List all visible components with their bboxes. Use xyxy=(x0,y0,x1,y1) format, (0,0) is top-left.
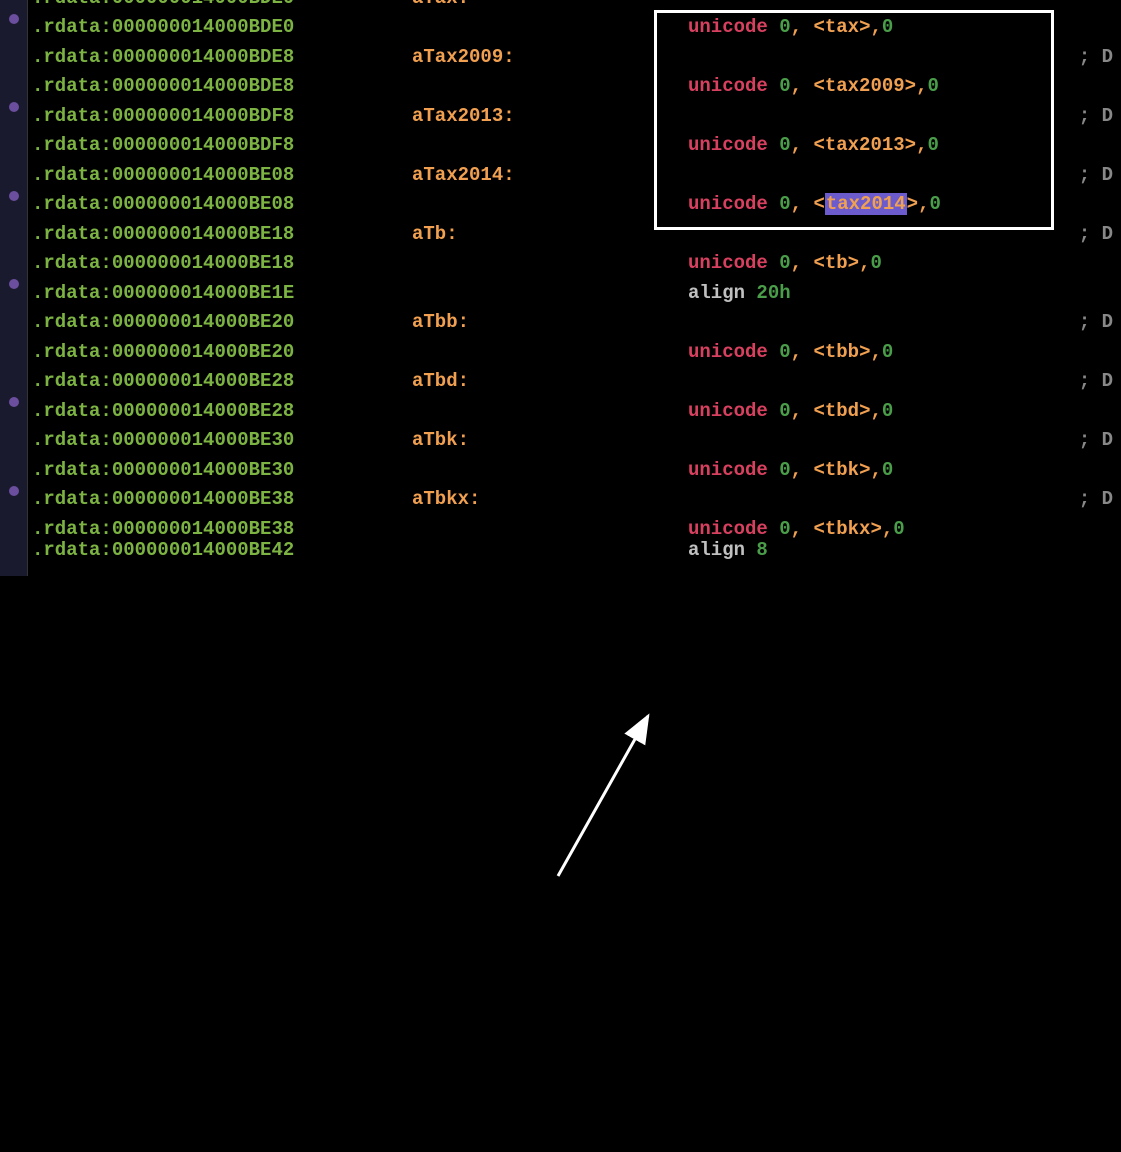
address-segment: .rdata:000000014000BDE0 xyxy=(32,16,412,38)
address-segment: .rdata:000000014000BDE0 xyxy=(32,0,412,9)
address-segment: .rdata:000000014000BE38 xyxy=(32,488,412,510)
instruction: unicode 0, <tbb>,0 xyxy=(688,341,893,363)
code-line[interactable]: .rdata:000000014000BE28aTbd: ; D xyxy=(32,367,1117,397)
address-segment: .rdata:000000014000BE1E xyxy=(32,282,412,304)
code-line[interactable]: .rdata:000000014000BE38aTbkx: ; D xyxy=(32,485,1117,515)
address-segment: .rdata:000000014000BDF8 xyxy=(32,134,412,156)
address-segment: .rdata:000000014000BE08 xyxy=(32,193,412,215)
symbol-label: aTax2013: xyxy=(412,105,515,127)
breakpoint-dot[interactable] xyxy=(9,397,19,407)
instruction: align 8 xyxy=(688,539,768,561)
comment: ; D xyxy=(1079,311,1113,333)
address-segment: .rdata:000000014000BE28 xyxy=(32,400,412,422)
symbol-label: aTax2014: xyxy=(412,164,515,186)
instruction: unicode 0, <tax2013>,0 xyxy=(688,134,939,156)
address-segment: .rdata:000000014000BE20 xyxy=(32,341,412,363)
code-line[interactable]: .rdata:000000014000BDF8 unicode 0, <tax20… xyxy=(32,131,1117,161)
address-segment: .rdata:000000014000BE08 xyxy=(32,164,412,186)
address-segment: .rdata:000000014000BE30 xyxy=(32,459,412,481)
instruction: unicode 0, <tbk>,0 xyxy=(688,459,893,481)
address-segment: .rdata:000000014000BDF8 xyxy=(32,105,412,127)
instruction: unicode 0, <tax>,0 xyxy=(688,16,893,38)
code-line[interactable]: .rdata:000000014000BDE8 unicode 0, <tax20… xyxy=(32,72,1117,102)
code-line[interactable]: .rdata:000000014000BDE8aTax2009: ; D xyxy=(32,42,1117,72)
instruction: unicode 0, <tb>,0 xyxy=(688,252,882,274)
comment: ; D xyxy=(1079,105,1113,127)
code-line[interactable]: .rdata:000000014000BE18aTb: ; D xyxy=(32,219,1117,249)
symbol-label: aTbkx: xyxy=(412,488,480,510)
symbol-label: aTbd: xyxy=(412,370,469,392)
comment: ; D xyxy=(1079,223,1113,245)
instruction: align 20h xyxy=(688,282,791,304)
address-segment: .rdata:000000014000BE20 xyxy=(32,311,412,333)
code-line[interactable]: .rdata:000000014000BDE0aTax: xyxy=(32,0,1117,13)
code-line[interactable]: .rdata:000000014000BE42align 8 xyxy=(32,544,1117,556)
arrow-annotation xyxy=(0,576,1121,1152)
address-segment: .rdata:000000014000BDE8 xyxy=(32,46,412,68)
symbol-label: aTbk: xyxy=(412,429,469,451)
code-line[interactable]: .rdata:000000014000BE08aTax2014: ; D xyxy=(32,160,1117,190)
breakpoint-dot[interactable] xyxy=(9,486,19,496)
instruction: unicode 0, <tbd>,0 xyxy=(688,400,893,422)
code-line[interactable]: .rdata:000000014000BE28 unicode 0, <tbd>,… xyxy=(32,396,1117,426)
code-line[interactable]: .rdata:000000014000BE08 unicode 0, <tax20… xyxy=(32,190,1117,220)
breakpoint-dot[interactable] xyxy=(9,102,19,112)
address-segment: .rdata:000000014000BDE8 xyxy=(32,75,412,97)
address-segment: .rdata:000000014000BE18 xyxy=(32,223,412,245)
instruction: unicode 0, <tax2009>,0 xyxy=(688,75,939,97)
symbol-label: aTax: xyxy=(412,0,469,9)
comment: ; D xyxy=(1079,164,1113,186)
address-segment: .rdata:000000014000BE30 xyxy=(32,429,412,451)
code-line[interactable]: .rdata:000000014000BE20 unicode 0, <tbb>,… xyxy=(32,337,1117,367)
comment: ; D xyxy=(1079,488,1113,510)
symbol-label: aTax2009: xyxy=(412,46,515,68)
symbol-label: aTbb: xyxy=(412,311,469,333)
comment: ; D xyxy=(1079,429,1113,451)
breakpoint-column[interactable] xyxy=(0,0,28,576)
breakpoint-dot[interactable] xyxy=(9,191,19,201)
code-line[interactable]: .rdata:000000014000BDE0 unicode 0, <tax>,… xyxy=(32,13,1117,43)
code-line[interactable]: .rdata:000000014000BE18 unicode 0, <tb>,0 xyxy=(32,249,1117,279)
breakpoint-dot[interactable] xyxy=(9,14,19,24)
breakpoint-dot[interactable] xyxy=(9,279,19,289)
code-line[interactable]: .rdata:000000014000BE30 unicode 0, <tbk>,… xyxy=(32,455,1117,485)
address-segment: .rdata:000000014000BE28 xyxy=(32,370,412,392)
symbol-label: aTb: xyxy=(412,223,458,245)
code-line[interactable]: .rdata:000000014000BDF8aTax2013: ; D xyxy=(32,101,1117,131)
code-line[interactable]: .rdata:000000014000BE30aTbk: ; D xyxy=(32,426,1117,456)
instruction: unicode 0, <tbkx>,0 xyxy=(688,518,905,540)
comment: ; D xyxy=(1079,46,1113,68)
instruction: unicode 0, <tax2014>,0 xyxy=(688,193,941,215)
disassembly-view[interactable]: .rdata:000000014000BDE0aTax:.rdata:00000… xyxy=(28,0,1121,576)
comment: ; D xyxy=(1079,370,1113,392)
address-segment: .rdata:000000014000BE38 xyxy=(32,518,412,540)
address-segment: .rdata:000000014000BE18 xyxy=(32,252,412,274)
address-segment: .rdata:000000014000BE42 xyxy=(32,539,412,561)
code-line[interactable]: .rdata:000000014000BE1E align 20h xyxy=(32,278,1117,308)
code-line[interactable]: .rdata:000000014000BE20aTbb: ; D xyxy=(32,308,1117,338)
